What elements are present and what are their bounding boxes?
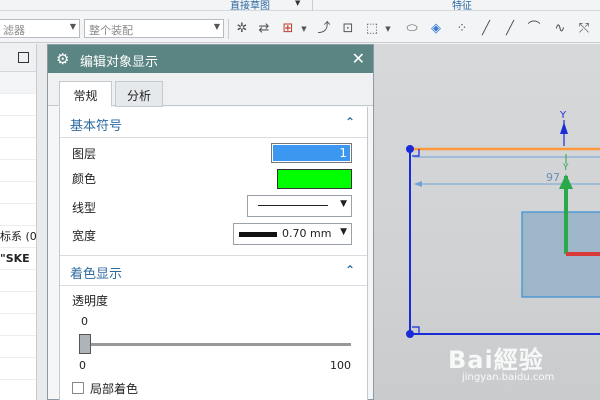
navigator-row[interactable]	[0, 160, 36, 182]
select-intent-icon[interactable]: ⊞	[280, 21, 296, 37]
partial-shading-checkbox[interactable]	[72, 382, 84, 394]
line-select-icon[interactable]: ╱	[478, 21, 494, 37]
part-navigator: 标系 (0) "SKE	[0, 44, 37, 400]
selection-scope-text: 整个装配	[89, 24, 133, 37]
chevron-down-icon: ▼	[340, 199, 347, 209]
selection-toolbar: 滤器 ▼ 整个装配 ▼ ✲ ⇄ ⊞ ▼ ⤴ ⊡ ⬚ ▼ ⬭ ◈ ⁘ ╱ ╱ ⌒ …	[0, 11, 600, 43]
navigator-row[interactable]	[0, 72, 36, 94]
navigator-row[interactable]	[0, 358, 36, 380]
transparency-slider-thumb[interactable]	[79, 334, 91, 354]
tab-general[interactable]: 常规	[59, 81, 112, 107]
rectangle-select-icon[interactable]: ⬚	[364, 21, 380, 37]
navigator-row[interactable]	[0, 270, 36, 292]
navigator-row[interactable]	[0, 204, 36, 226]
chevron-down-icon: ▼	[340, 227, 347, 237]
spline-select-icon[interactable]: ∿	[552, 21, 568, 37]
section-shading-title[interactable]: 着色显示	[70, 263, 122, 282]
select-body-icon[interactable]: ⬭	[404, 21, 420, 37]
axis-label: Y	[562, 163, 569, 173]
selection-scope-combo[interactable]: 整个装配 ▼	[84, 19, 224, 38]
y-axis-label: Y	[559, 110, 567, 121]
z-axis-arrow[interactable]	[559, 174, 573, 189]
arc-select-icon[interactable]: ⌒	[526, 21, 542, 37]
width-label: 宽度	[72, 229, 97, 243]
navigator-row[interactable]	[0, 138, 36, 160]
chevron-down-icon: ▼	[69, 22, 76, 31]
collapse-caret-icon[interactable]: ⌃	[345, 263, 355, 277]
point-select-icon[interactable]: ⁘	[454, 21, 470, 37]
dialog-title: 编辑对象显示	[80, 55, 159, 70]
layer-value: 1	[273, 145, 350, 161]
color-label: 颜色	[72, 172, 97, 186]
transparency-label: 透明度	[72, 294, 109, 308]
panel-gutter	[37, 44, 47, 400]
width-value: 0.70 mm	[282, 227, 332, 240]
toolbar-divider	[228, 19, 229, 39]
filter-select-icon[interactable]: ⇄	[256, 21, 272, 37]
linetype-label: 线型	[72, 201, 97, 215]
ribbon-group-labels: 直接草图 ▼ 特征	[0, 0, 600, 12]
navigator-row-sketch[interactable]: "SKE	[0, 248, 36, 270]
navigator-row[interactable]	[0, 314, 36, 336]
collapse-caret-icon[interactable]: ⌃	[345, 115, 355, 129]
y-axis-arrow	[560, 122, 568, 134]
thick-line-icon	[239, 232, 277, 237]
select-add-icon[interactable]: ⤴	[316, 21, 332, 37]
navigator-row[interactable]	[0, 116, 36, 138]
solid-body-icon[interactable]: ◈	[428, 21, 444, 37]
section-divider	[60, 285, 367, 286]
maximize-icon[interactable]	[18, 52, 29, 63]
dimension-value[interactable]: 97	[546, 171, 560, 184]
dialog-tabs: 常规 分析	[48, 73, 373, 107]
watermark-url: jingyan.baidu.com	[462, 372, 555, 383]
close-icon[interactable]: ✕	[352, 49, 365, 68]
chevron-down-icon: ▼	[213, 22, 220, 31]
navigator-row[interactable]	[0, 94, 36, 116]
curve-select-icon[interactable]: ╱	[502, 21, 518, 37]
navigator-row[interactable]	[0, 336, 36, 358]
corner-point[interactable]	[406, 330, 414, 338]
ribbon-divider	[312, 0, 313, 11]
transparency-current-value: 0	[81, 315, 88, 328]
navigator-row-coord-system[interactable]: 标系 (0)	[0, 226, 36, 248]
partial-shading-label: 局部着色	[90, 382, 139, 396]
select-face-icon[interactable]: ⊡	[340, 21, 356, 37]
slider-max-label: 100	[330, 359, 351, 372]
type-filter-text: 滤器	[3, 24, 25, 37]
solid-line-icon	[258, 205, 328, 206]
transparency-slider-track[interactable]	[89, 343, 351, 346]
linetype-dropdown[interactable]: ▼	[247, 195, 352, 217]
chevron-down-icon[interactable]: ▼	[296, 21, 312, 37]
tab-analysis[interactable]: 分析	[115, 81, 163, 107]
snap-point-icon[interactable]: ✲	[234, 21, 250, 37]
ribbon-group-sketch-dropdown-icon[interactable]: ▼	[295, 0, 300, 7]
corner-point[interactable]	[406, 145, 414, 153]
width-dropdown[interactable]: 0.70 mm ▼	[233, 223, 352, 245]
dimension-arrow	[414, 181, 422, 187]
gear-icon: ⚙	[56, 50, 70, 68]
dialog-title-bar[interactable]: ⚙ 编辑对象显示 ✕	[48, 45, 373, 73]
layer-field[interactable]: 1	[271, 143, 352, 163]
navigator-row[interactable]	[0, 292, 36, 314]
general-tab-panel: 基本符号 ⌃ 图层 1 颜色 线型 ▼ 宽度 0.70 mm ▼ 着色显示 ⌃ …	[59, 107, 368, 400]
section-divider	[60, 137, 367, 138]
navigator-header	[0, 44, 36, 72]
intersection-select-icon[interactable]: ⤲	[576, 21, 592, 37]
chevron-down-icon[interactable]: ▼	[380, 21, 396, 37]
type-filter-combo[interactable]: 滤器 ▼	[0, 19, 80, 38]
edit-object-display-dialog: ⚙ 编辑对象显示 ✕ 常规 分析 基本符号 ⌃ 图层 1 颜色 线型 ▼ 宽度 …	[47, 44, 374, 400]
section-basic-title[interactable]: 基本符号	[70, 115, 122, 134]
navigator-row[interactable]	[0, 182, 36, 204]
slider-min-label: 0	[79, 359, 86, 372]
color-swatch-button[interactable]	[277, 169, 352, 189]
section-divider	[60, 255, 367, 256]
baidu-watermark: Bai經验	[448, 346, 544, 374]
layer-label: 图层	[72, 147, 97, 161]
